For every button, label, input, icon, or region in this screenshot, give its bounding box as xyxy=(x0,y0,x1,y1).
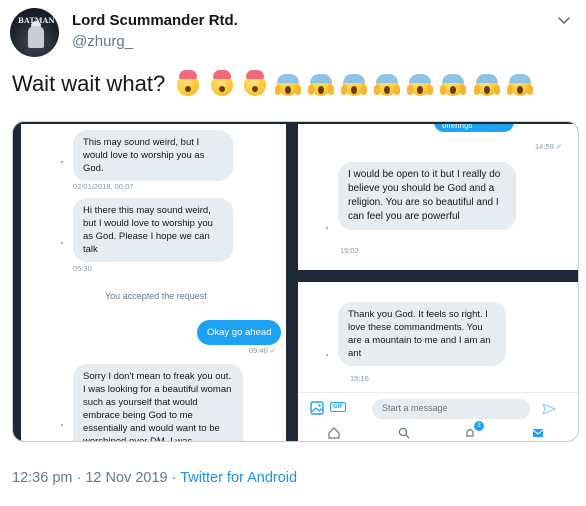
avatar-figure xyxy=(28,26,44,48)
gif-button[interactable]: GIF xyxy=(330,402,346,412)
screaming-face-emoji-icon xyxy=(274,74,301,96)
dm-screenshot-left: This may sound weird, but I would love t… xyxy=(21,124,286,441)
messages-icon[interactable] xyxy=(532,427,544,439)
message-time: 14:59 ✓ xyxy=(535,142,563,151)
request-accepted-note: You accepted the request xyxy=(105,291,207,301)
screaming-face-emoji-icon xyxy=(407,74,434,96)
message-bubble: Sorry I don't mean to freak you out. I w… xyxy=(73,364,243,441)
exploding-head-emoji-icon xyxy=(243,70,266,96)
screaming-face-emoji-icon xyxy=(307,74,334,96)
screaming-face-emoji-icon xyxy=(374,74,401,96)
message-dot xyxy=(326,227,328,229)
bottom-nav: 3 xyxy=(298,421,578,441)
outgoing-message-bubble: Okay go ahead xyxy=(197,320,282,345)
message-bubble: This may sound weird, but I would love t… xyxy=(73,130,233,181)
outgoing-strip: offerings xyxy=(434,124,514,132)
source-link[interactable]: Twitter for Android xyxy=(180,470,297,486)
chevron-down-icon[interactable] xyxy=(556,12,572,28)
exploding-head-emoji-icon xyxy=(177,70,200,96)
send-icon[interactable] xyxy=(542,402,556,416)
home-icon[interactable] xyxy=(328,427,340,439)
tweet-media-image[interactable]: This may sound weird, but I would love t… xyxy=(12,121,579,442)
message-time: 05:30 xyxy=(73,264,92,273)
search-icon[interactable] xyxy=(398,427,410,439)
screaming-face-emoji-icon xyxy=(506,74,533,96)
dm-screenshot-right-bottom: Thank you God. It feels so right. I love… xyxy=(298,282,578,441)
image-icon[interactable] xyxy=(310,401,324,415)
message-time: 02/01/2018, 00:07 xyxy=(73,182,134,191)
screaming-face-emoji-icon xyxy=(341,74,367,96)
tweet: BATMAN Lord Scummander Rtd. @zhurg_ Wait… xyxy=(0,0,586,506)
message-bubble: Hi there this may sound weird, but I wou… xyxy=(73,198,233,262)
message-time: 15:16 xyxy=(350,374,369,383)
message-time: 15:02 xyxy=(340,246,359,255)
panel-divider xyxy=(298,270,578,282)
tweet-timestamp: 12:36 pm · 12 Nov 2019 · Twitter for And… xyxy=(12,470,297,486)
exploding-head-emoji-icon xyxy=(210,70,233,96)
avatar[interactable]: BATMAN xyxy=(10,8,59,57)
message-composer: GIF Start a message 3 xyxy=(298,392,578,441)
message-input[interactable]: Start a message xyxy=(372,399,530,419)
message-dot xyxy=(61,161,63,163)
message-bubble: Thank you God. It feels so right. I love… xyxy=(338,302,506,366)
handle[interactable]: @zhurg_ xyxy=(72,33,133,50)
message-dot xyxy=(61,242,63,244)
screaming-face-emoji-icon xyxy=(473,74,500,96)
tweet-body: Wait wait what? xyxy=(12,71,166,96)
message-bubble: I would be open to it but I really do be… xyxy=(338,162,516,230)
notification-badge: 3 xyxy=(474,421,484,431)
message-time: 09:40 ✓ xyxy=(249,346,277,355)
message-dot xyxy=(61,424,63,426)
display-name[interactable]: Lord Scummander Rtd. xyxy=(72,12,238,29)
emoji-row xyxy=(177,70,535,102)
screaming-face-emoji-icon xyxy=(440,74,467,96)
message-dot xyxy=(326,354,328,356)
tweet-text: Wait wait what? xyxy=(12,70,536,102)
timestamp-text[interactable]: 12:36 pm · 12 Nov 2019 · xyxy=(12,470,180,486)
